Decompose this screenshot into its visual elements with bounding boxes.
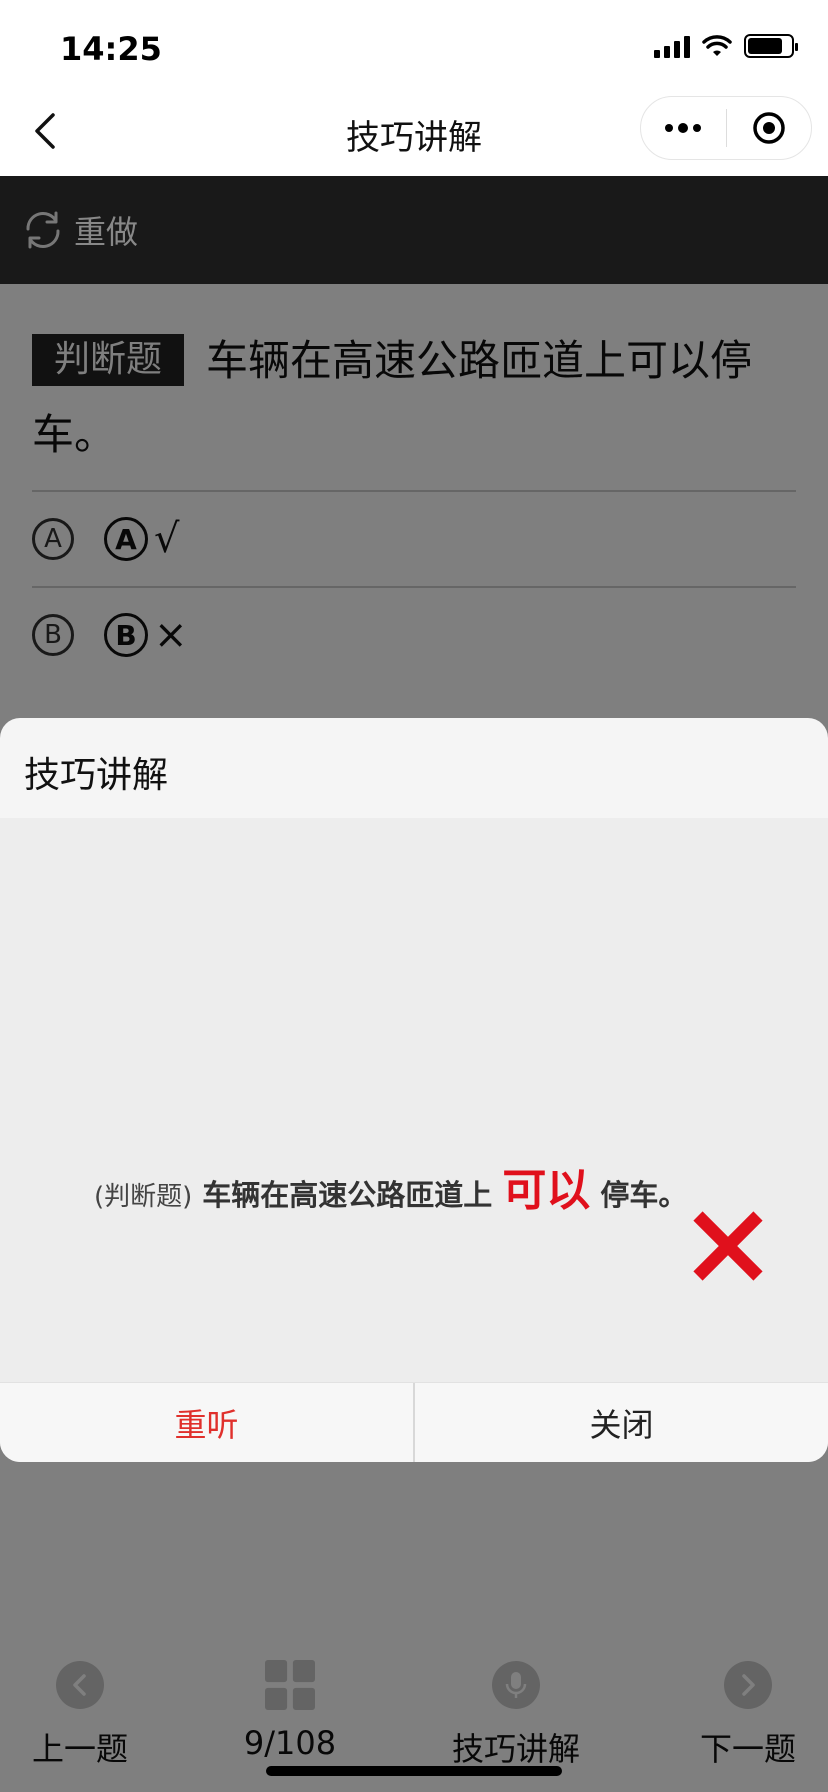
tips-video[interactable]: (判断题) 车辆在高速公路匝道上 可以 停车。: [0, 818, 828, 1382]
status-bar: 14:25: [0, 0, 828, 100]
nav-bar: 技巧讲解: [0, 88, 828, 176]
caption-highlight: 可以: [502, 1165, 591, 1216]
close-button[interactable]: 关闭: [415, 1383, 828, 1462]
status-icons: [654, 34, 798, 58]
status-time: 14:25: [60, 30, 162, 68]
caption-end: 停车。: [600, 1178, 688, 1212]
redo-button[interactable]: 重做: [74, 207, 138, 253]
battery-icon: [744, 34, 798, 58]
more-options-button[interactable]: [641, 97, 726, 159]
caption-text: 车辆在高速公路匝道上: [202, 1178, 493, 1212]
tips-caption: (判断题) 车辆在高速公路匝道上 可以 停车。: [94, 1154, 774, 1218]
dialog-title: 技巧讲解: [24, 755, 169, 796]
replay-button[interactable]: 重听: [0, 1383, 415, 1462]
refresh-icon[interactable]: [20, 207, 66, 253]
tips-dialog: 技巧讲解 (判断题) 车辆在高速公路匝道上 可以 停车。 重听 关闭: [0, 718, 828, 1462]
dialog-actions: 重听 关闭: [0, 1382, 828, 1462]
close-miniprogram-button[interactable]: [727, 97, 812, 159]
red-cross-icon: [693, 1211, 763, 1281]
target-circle-icon: [753, 112, 785, 144]
toolbar: 重做: [0, 176, 828, 284]
home-indicator: [266, 1766, 562, 1776]
caption-tag: (判断题): [94, 1182, 193, 1212]
wifi-icon: [702, 35, 732, 56]
cellular-signal-icon: [654, 34, 690, 58]
miniprogram-capsule: [640, 96, 812, 160]
